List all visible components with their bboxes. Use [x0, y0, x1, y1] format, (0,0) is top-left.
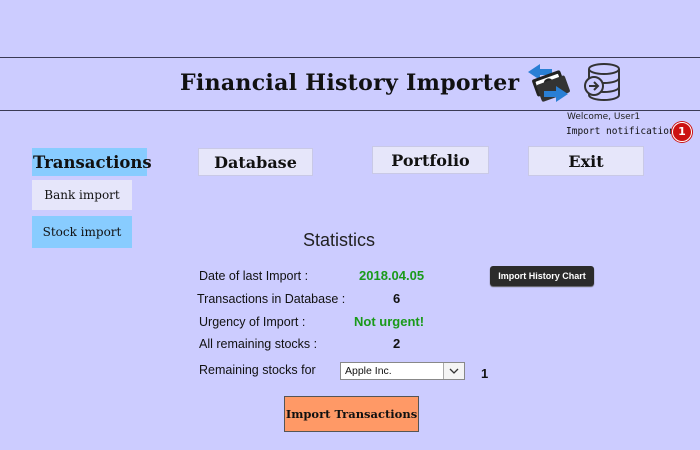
remaining-stocks-value: 2 [393, 336, 401, 351]
remaining-for-label: Remaining stocks for [199, 363, 316, 377]
bank-import-button[interactable]: Bank import [32, 180, 132, 210]
import-transactions-button[interactable]: Import Transactions [284, 396, 419, 432]
urgency-label: Urgency of Import : [199, 315, 306, 329]
import-history-chart-button[interactable]: Import History Chart [490, 266, 594, 286]
chevron-down-icon[interactable] [443, 363, 464, 379]
import-notification-link[interactable]: Import notification [566, 126, 675, 137]
database-import-icon [584, 63, 620, 101]
statistics-title: Statistics [303, 230, 376, 250]
nav-portfolio-button[interactable]: Portfolio [372, 146, 489, 174]
welcome-text: Welcome, User1 [567, 112, 641, 122]
nav-database-button[interactable]: Database [198, 148, 313, 176]
money-transfer-icon: $ [528, 64, 570, 102]
transactions-count-label: Transactions in Database : [197, 292, 346, 306]
stock-select-value: Apple Inc. [345, 365, 392, 377]
remaining-for-value: 1 [481, 366, 489, 381]
stock-select[interactable]: Apple Inc. [340, 362, 465, 380]
nav-exit-button[interactable]: Exit [528, 146, 644, 176]
last-import-value: 2018.04.05 [359, 268, 425, 283]
notification-badge[interactable]: 1 [672, 122, 692, 142]
nav-transactions-button[interactable]: Transactions [32, 148, 152, 176]
transactions-count-value: 6 [393, 291, 401, 306]
stock-import-button[interactable]: Stock import [32, 216, 132, 248]
app-title: Financial History Importer [180, 70, 520, 96]
last-import-label: Date of last Import : [199, 269, 309, 283]
remaining-stocks-label: All remaining stocks : [199, 337, 318, 351]
urgency-value: Not urgent! [354, 314, 425, 329]
